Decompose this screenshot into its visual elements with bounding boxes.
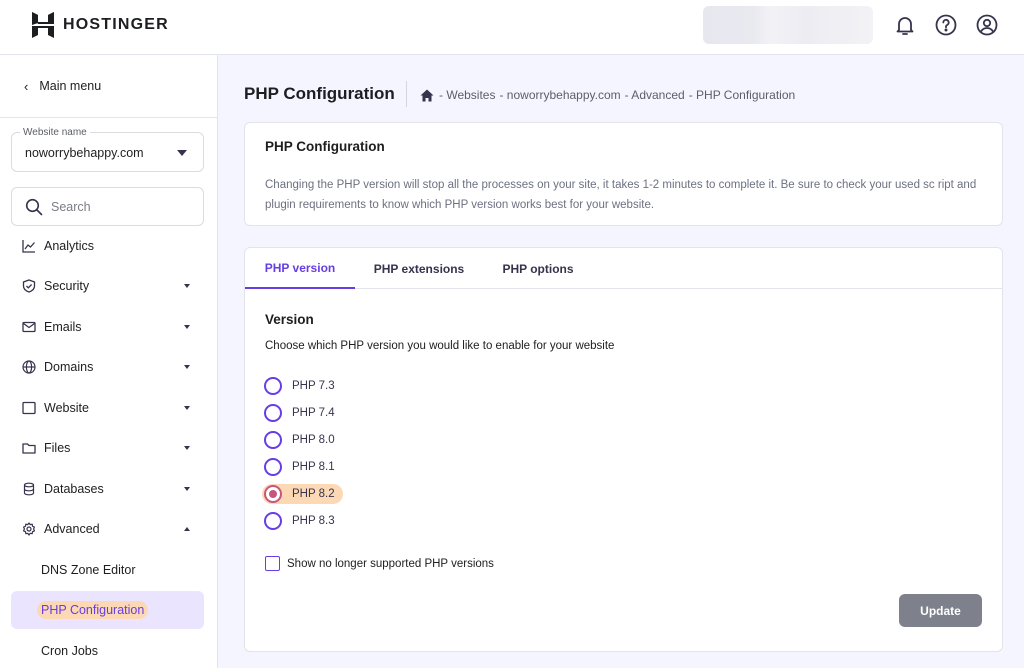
php-info-card: PHP Configuration Changing the PHP versi… <box>244 122 1003 226</box>
radio-php-7-3[interactable]: PHP 7.3 <box>264 376 335 396</box>
sidebar-item-website[interactable]: Website <box>11 389 204 427</box>
radio-label: PHP 7.3 <box>292 380 335 392</box>
info-card-title: PHP Configuration <box>265 139 385 154</box>
blurred-account-info <box>703 6 873 44</box>
radio-php-8-3[interactable]: PHP 8.3 <box>264 511 335 531</box>
bell-icon[interactable] <box>893 13 917 37</box>
website-select-value: noworrybehappy.com <box>25 146 144 160</box>
title-divider <box>406 81 407 107</box>
brand-name: HOSTINGER <box>63 16 169 33</box>
sidebar-subitem-cron-jobs[interactable]: Cron Jobs <box>11 632 204 668</box>
brand-logo[interactable]: HOSTINGER <box>32 12 169 38</box>
php-version-card: PHP version PHP extensions PHP options V… <box>244 247 1003 652</box>
sidebar-item-label: Security <box>44 279 90 293</box>
tab-php-extensions[interactable]: PHP extensions <box>355 248 483 289</box>
caret-down-icon <box>184 284 190 288</box>
sidebar-item-label: Emails <box>44 320 82 334</box>
search-box[interactable] <box>11 187 204 226</box>
help-icon[interactable] <box>934 13 958 37</box>
shield-icon <box>22 279 36 293</box>
radio-label: PHP 8.3 <box>292 515 335 527</box>
radio-button[interactable] <box>264 431 282 449</box>
radio-label: PHP 8.2 <box>292 488 335 500</box>
window-icon <box>22 401 36 415</box>
sidebar-item-label: Analytics <box>44 239 95 253</box>
caret-down-icon <box>184 325 190 329</box>
sidebar-item-label: Advanced <box>44 522 100 536</box>
update-button[interactable]: Update <box>899 594 982 627</box>
top-bar: HOSTINGER <box>0 0 1024 55</box>
version-section-title: Version <box>265 312 314 327</box>
breadcrumb-current: - PHP Configuration <box>688 88 796 102</box>
breadcrumb: - Websites - noworrybehappy.com - Advanc… <box>420 88 799 102</box>
sidebar-item-databases[interactable]: Databases <box>11 470 204 508</box>
radio-button[interactable] <box>264 404 282 422</box>
main-menu-button[interactable]: ‹ Main menu <box>0 55 217 118</box>
sidebar-subitem-php-configuration[interactable]: PHP Configuration <box>11 591 204 629</box>
chart-icon <box>22 240 35 253</box>
sidebar-item-security[interactable]: Security <box>11 267 204 305</box>
caret-down-icon <box>177 150 187 156</box>
sidebar-item-files[interactable]: Files <box>11 429 204 467</box>
caret-up-icon <box>184 527 190 531</box>
radio-button-selected[interactable] <box>264 485 282 503</box>
page-title: PHP Configuration <box>244 84 395 103</box>
globe-icon <box>22 360 36 374</box>
caret-down-icon <box>184 365 190 369</box>
sidebar-subitem-label: PHP Configuration <box>37 601 149 619</box>
tab-php-version[interactable]: PHP version <box>245 248 355 289</box>
sidebar-item-analytics[interactable]: Analytics <box>11 227 204 265</box>
radio-php-7-4[interactable]: PHP 7.4 <box>264 403 335 423</box>
chevron-left-icon: ‹ <box>24 78 29 94</box>
radio-label: PHP 7.4 <box>292 407 335 419</box>
radio-button[interactable] <box>264 458 282 476</box>
account-icon[interactable] <box>975 13 999 37</box>
sidebar: ‹ Main menu Website name noworrybehappy.… <box>0 55 218 668</box>
website-select-legend: Website name <box>20 127 90 138</box>
sidebar-item-emails[interactable]: Emails <box>11 308 204 346</box>
caret-down-icon <box>184 487 190 491</box>
breadcrumb-advanced[interactable]: - Advanced <box>625 88 685 102</box>
sidebar-item-label: Databases <box>44 482 104 496</box>
sidebar-item-label: Website <box>44 401 89 415</box>
tab-bar: PHP version PHP extensions PHP options <box>245 248 1002 289</box>
radio-button[interactable] <box>264 512 282 530</box>
search-icon <box>25 198 43 215</box>
sidebar-item-label: Files <box>44 441 71 455</box>
radio-php-8-1[interactable]: PHP 8.1 <box>264 457 335 477</box>
mail-icon <box>22 321 36 333</box>
radio-php-8-2[interactable]: PHP 8.2 <box>262 484 343 504</box>
sidebar-subitem-dns-zone-editor[interactable]: DNS Zone Editor <box>11 551 204 589</box>
database-icon <box>23 482 35 496</box>
website-select[interactable]: Website name noworrybehappy.com <box>11 127 204 172</box>
sidebar-item-advanced[interactable]: Advanced <box>11 510 204 548</box>
info-card-text: Changing the PHP version will stop all t… <box>265 179 977 211</box>
show-unsupported-label: Show no longer supported PHP versions <box>287 557 494 570</box>
breadcrumb-domain[interactable]: - noworrybehappy.com <box>499 88 620 102</box>
sidebar-item-label: Domains <box>44 360 94 374</box>
sidebar-subitem-label: DNS Zone Editor <box>41 563 136 577</box>
search-input[interactable] <box>51 199 191 214</box>
main-menu-label: Main menu <box>39 79 102 93</box>
show-unsupported-checkbox[interactable] <box>265 556 280 571</box>
home-icon[interactable] <box>420 89 434 102</box>
folder-icon <box>22 443 36 454</box>
show-unsupported-checkbox-row[interactable]: Show no longer supported PHP versions <box>265 556 494 571</box>
version-section-description: Choose which PHP version you would like … <box>265 340 615 352</box>
radio-label: PHP 8.1 <box>292 461 335 473</box>
radio-php-8-0[interactable]: PHP 8.0 <box>264 430 335 450</box>
sidebar-subitem-label: Cron Jobs <box>41 644 98 658</box>
caret-down-icon <box>184 406 190 410</box>
gear-icon <box>23 522 35 536</box>
sidebar-item-domains[interactable]: Domains <box>11 348 204 386</box>
breadcrumb-websites[interactable]: - Websites <box>439 88 495 102</box>
radio-button[interactable] <box>264 377 282 395</box>
caret-down-icon <box>184 446 190 450</box>
tab-php-options[interactable]: PHP options <box>483 248 593 289</box>
hostinger-logo-icon <box>32 12 54 38</box>
radio-label: PHP 8.0 <box>292 434 335 446</box>
